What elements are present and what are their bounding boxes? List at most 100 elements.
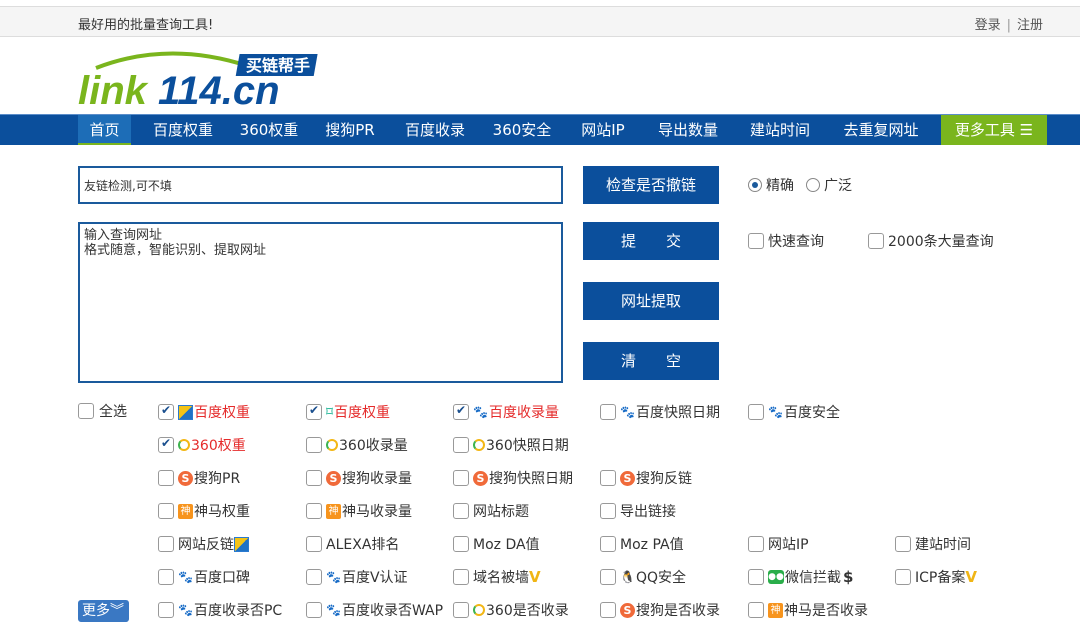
checkbox[interactable] [453,602,469,618]
site-logo[interactable]: link 114.cn 买链帮手 [78,46,323,108]
option-checkbox[interactable]: 神神马权重 [158,500,250,522]
option-checkbox[interactable]: 百度权重 [158,401,250,423]
baidu-paw-icon: 🐾 [326,603,341,617]
fast-query-checkbox[interactable]: 快速查询 [748,231,824,251]
option-checkbox[interactable]: 🐾 百度快照日期 [600,401,720,423]
option-checkbox[interactable]: 🐾 百度收录否PC [158,599,282,621]
checkbox[interactable] [600,602,616,618]
option-checkbox[interactable]: S 搜狗快照日期 [453,467,573,489]
option-checkbox[interactable]: 网站反链 [158,533,250,555]
nav-build-time[interactable]: 建站时间 [740,115,820,145]
register-link[interactable]: 注册 [1017,18,1043,33]
checkbox[interactable] [895,536,911,552]
nav-more-tools[interactable]: 更多工具 ☰ [941,115,1047,145]
checkbox[interactable] [748,569,764,585]
option-checkbox[interactable]: 🐾 百度V认证 [306,566,408,588]
option-checkbox[interactable]: 🐾百度收录量 [453,401,559,423]
extract-url-button[interactable]: 网址提取 [583,282,719,320]
option-checkbox[interactable]: S 搜狗是否收录 [600,599,720,621]
checkbox[interactable] [600,470,616,486]
nav-site-ip[interactable]: 网站IP [570,115,636,145]
option-checkbox[interactable]: 360收录量 [306,434,408,456]
main-nav: 首页 百度权重 360权重 搜狗PR 百度收录 360安全 网站IP 导出数量 … [0,114,1080,145]
checkbox[interactable] [453,503,469,519]
option-checkbox[interactable]: 360是否收录 [453,599,569,621]
checkbox[interactable] [158,436,174,453]
checkbox[interactable] [453,536,469,552]
option-checkbox[interactable]: S 搜狗反链 [600,467,692,489]
checkbox[interactable] [158,503,174,519]
match-broad-radio[interactable]: 广泛 [806,175,852,195]
checkbox[interactable] [600,536,616,552]
option-checkbox[interactable]: Moz DA值 [453,533,540,555]
checkbox[interactable] [453,569,469,585]
nav-baidu-index[interactable]: 百度收录 [394,115,476,145]
checkbox[interactable] [453,437,469,453]
nav-dedupe[interactable]: 去重复网址 [833,115,929,145]
checkbox[interactable] [453,470,469,486]
submit-button[interactable]: 提 交 [583,222,719,260]
option-checkbox[interactable]: 网站IP [748,533,809,555]
checkbox[interactable] [158,602,174,618]
checkbox[interactable] [158,470,174,486]
nav-baidu-weight[interactable]: 百度权重 [141,115,225,145]
checkbox[interactable] [306,602,322,618]
checkbox[interactable] [306,437,322,453]
checkbox[interactable] [306,569,322,585]
option-checkbox[interactable]: 🐾 百度口碑 [158,566,250,588]
checkbox[interactable] [748,404,764,420]
url-textarea[interactable]: 输入查询网址 格式随意，智能识别、提取网址 [78,222,563,383]
nav-sogou-pr[interactable]: 搜狗PR [318,115,382,145]
checkbox[interactable] [600,503,616,519]
option-checkbox[interactable]: ICP备案 V [895,566,978,588]
checkbox[interactable] [600,404,616,420]
checkbox[interactable] [453,403,469,420]
checkbox[interactable] [306,470,322,486]
option-checkbox[interactable]: 🐾 百度安全 [748,401,840,423]
nav-home[interactable]: 首页 [78,115,131,145]
option-checkbox[interactable]: 🐾 百度收录否WAP [306,599,443,621]
check-unlink-button[interactable]: 检查是否撤链 [583,166,719,204]
option-checkbox[interactable]: 导出链接 [600,500,676,522]
option-checkbox[interactable]: 🐧 QQ安全 [600,566,686,588]
checkbox[interactable] [748,233,764,249]
match-exact-radio[interactable]: 精确 [748,175,794,195]
select-all-checkbox[interactable]: 全选 [78,401,127,421]
link-check-input[interactable] [78,166,563,204]
checkbox[interactable] [895,569,911,585]
checkbox[interactable] [306,503,322,519]
option-checkbox[interactable]: 神神马是否收录 [748,599,868,621]
option-checkbox[interactable]: 360权重 [158,434,246,456]
option-checkbox[interactable]: ●● 微信拦截 $ [748,566,854,588]
radio-unchecked[interactable] [806,178,820,192]
checkbox[interactable] [78,403,94,419]
nav-360-safe[interactable]: 360安全 [488,115,556,145]
checkbox[interactable] [158,403,174,420]
checkbox[interactable] [306,536,322,552]
checkbox[interactable] [306,403,322,420]
option-checkbox[interactable]: ALEXA排名 [306,533,399,555]
option-checkbox[interactable]: 神神马收录量 [306,500,412,522]
checkbox[interactable] [600,569,616,585]
checkbox[interactable] [748,536,764,552]
radio-checked[interactable] [748,178,762,192]
bulk-query-checkbox[interactable]: 2000条大量查询 [868,231,994,251]
login-link[interactable]: 登录 [975,18,1001,33]
option-checkbox[interactable]: 域名被墙 V [453,566,542,588]
option-checkbox[interactable]: Moz PA值 [600,533,684,555]
checkbox[interactable] [868,233,884,249]
checkbox[interactable] [158,536,174,552]
option-checkbox[interactable]: S 搜狗PR [158,467,240,489]
clear-button[interactable]: 清 空 [583,342,719,380]
checkbox[interactable] [748,602,764,618]
option-checkbox[interactable]: 网站标题 [453,500,529,522]
option-checkbox[interactable]: ⌑百度权重 [306,401,390,423]
option-checkbox[interactable]: 360快照日期 [453,434,569,456]
option-checkbox[interactable]: S 搜狗收录量 [306,467,412,489]
option-checkbox[interactable]: 建站时间 [895,533,971,555]
nav-360-weight[interactable]: 360权重 [236,115,302,145]
nav-export-count[interactable]: 导出数量 [648,115,728,145]
more-options-button[interactable]: 更多︾ [78,600,129,622]
checkbox[interactable] [158,569,174,585]
match-exact-label: 精确 [766,178,794,194]
